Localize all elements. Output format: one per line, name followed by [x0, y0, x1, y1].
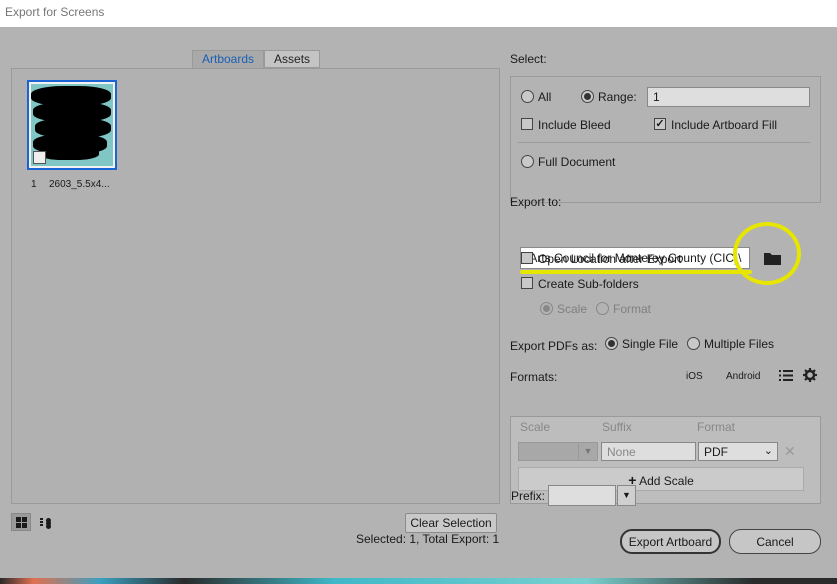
format-select[interactable]: PDF ⌄	[698, 442, 778, 461]
include-bleed-label: Include Bleed	[538, 118, 611, 132]
artboard-thumbnail[interactable]	[27, 80, 117, 170]
column-header-suffix: Suffix	[602, 420, 632, 434]
window-title-bar: Export for Screens	[0, 0, 837, 27]
subfolder-scale-label: Scale	[557, 302, 588, 316]
select-label: Select:	[510, 52, 547, 66]
open-location-checkbox[interactable]	[521, 252, 533, 264]
subfolder-format-radio[interactable]	[596, 302, 609, 315]
export-artboard-button[interactable]: Export Artboard	[620, 529, 721, 554]
desktop-background-strip	[0, 578, 837, 584]
single-file-radio[interactable]	[605, 337, 618, 350]
list-menu-icon[interactable]	[779, 369, 793, 382]
grid-view-button[interactable]	[11, 513, 31, 531]
list-icon	[39, 518, 51, 526]
include-artboard-fill-label: Include Artboard Fill	[671, 118, 778, 132]
add-scale-label: Add Scale	[639, 474, 694, 488]
android-preset-button[interactable]: Android	[726, 371, 760, 382]
export-status-text: Selected: 1, Total Export: 1	[356, 532, 500, 546]
artboard-name: 2603_5.5x4...	[49, 179, 110, 190]
include-artboard-fill-checkbox[interactable]: ✓	[654, 118, 666, 130]
prefix-label: Prefix:	[511, 489, 546, 503]
artboard-number: 1	[31, 179, 37, 190]
full-document-label: Full Document	[538, 155, 616, 169]
chevron-down-icon: ▼	[578, 443, 597, 460]
subfolder-scale-radio[interactable]	[540, 302, 553, 315]
clear-selection-button[interactable]: Clear Selection	[405, 513, 497, 533]
scale-select[interactable]: ▼	[518, 442, 598, 461]
select-all-radio[interactable]	[521, 90, 534, 103]
range-input[interactable]: 1	[647, 87, 810, 107]
yellow-circle-annotation	[733, 222, 801, 285]
full-document-radio[interactable]	[521, 155, 534, 168]
create-subfolders-label: Create Sub-folders	[538, 277, 639, 291]
column-header-format: Format	[697, 420, 736, 434]
artboard-select-checkbox[interactable]	[33, 151, 46, 164]
list-view-button[interactable]	[35, 513, 55, 531]
remove-scale-icon[interactable]: ✕	[784, 443, 796, 460]
open-location-label: Open Location after Export	[538, 252, 682, 266]
tab-assets[interactable]: Assets	[264, 50, 321, 68]
suffix-input[interactable]: None	[601, 442, 696, 461]
select-divider	[518, 142, 810, 143]
subfolder-format-label: Format	[613, 302, 652, 316]
include-bleed-checkbox[interactable]	[521, 118, 533, 130]
cancel-button[interactable]: Cancel	[729, 529, 821, 554]
panel-tabs: Artboards Assets	[192, 50, 321, 68]
prefix-dropdown-button[interactable]: ▼	[617, 485, 636, 506]
multiple-files-label: Multiple Files	[704, 337, 775, 351]
format-select-value: PDF	[704, 445, 728, 459]
artboards-panel: 1 2603_5.5x4...	[11, 68, 500, 504]
column-header-scale: Scale	[520, 420, 551, 434]
tab-artboards[interactable]: Artboards	[192, 50, 265, 68]
chevron-down-icon: ⌄	[763, 445, 773, 457]
select-range-label: Range:	[598, 90, 637, 104]
yellow-underline-annotation	[520, 270, 752, 274]
create-subfolders-checkbox[interactable]	[521, 277, 533, 289]
ios-preset-button[interactable]: iOS	[686, 371, 703, 382]
single-file-label: Single File	[622, 337, 679, 351]
multiple-files-radio[interactable]	[687, 337, 700, 350]
export-pdfs-label: Export PDFs as:	[510, 339, 598, 353]
prefix-input[interactable]	[548, 485, 616, 506]
grid-icon	[15, 516, 27, 528]
export-to-label: Export to:	[510, 195, 562, 209]
export-for-screens-dialog: Artboards Assets 1 2603_5.5x4... Clear S…	[0, 27, 837, 578]
select-all-label: All	[538, 90, 552, 104]
gear-icon[interactable]	[803, 368, 817, 382]
window-title: Export for Screens	[5, 5, 105, 19]
formats-label: Formats:	[510, 370, 558, 384]
select-range-radio[interactable]	[581, 90, 594, 103]
